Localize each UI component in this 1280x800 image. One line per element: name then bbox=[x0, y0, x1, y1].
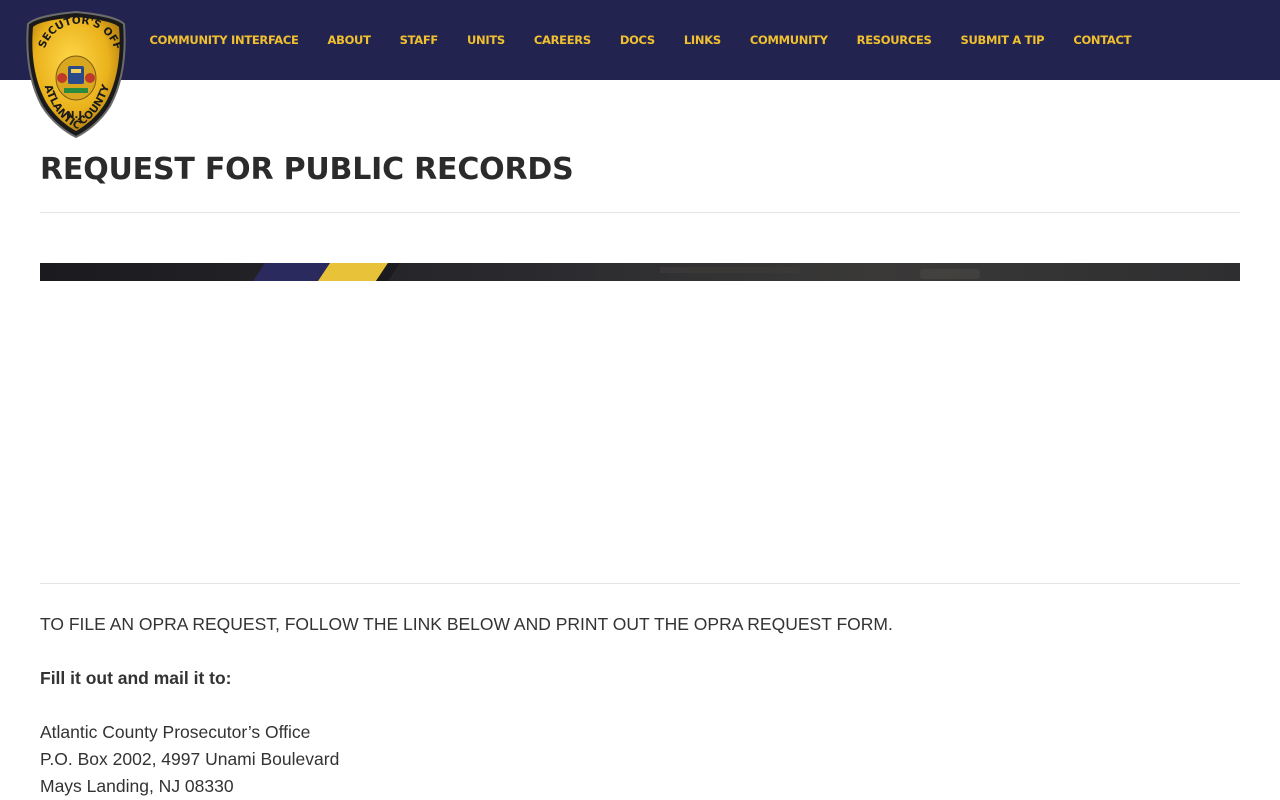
hero-banner-image bbox=[40, 263, 1240, 281]
nav-item-careers[interactable]: CAREERS bbox=[519, 33, 605, 47]
nav-item-resources[interactable]: RESOURCES bbox=[842, 33, 946, 47]
main-navigation: COMMUNITY INTERFACE ABOUT STAFF UNITS CA… bbox=[135, 0, 1146, 80]
nav-item-submit-a-tip[interactable]: SUBMIT A TIP bbox=[946, 33, 1059, 47]
opra-intro-text: TO FILE AN OPRA REQUEST, FOLLOW THE LINK… bbox=[40, 614, 893, 634]
mail-instructions-label: Fill it out and mail it to: bbox=[40, 668, 232, 688]
nav-item-links[interactable]: LINKS bbox=[669, 33, 735, 47]
address-line-2: P.O. Box 2002, 4997 Unami Boulevard bbox=[40, 749, 340, 769]
nav-item-docs[interactable]: DOCS bbox=[605, 33, 669, 47]
page-title: REQUEST FOR PUBLIC RECORDS bbox=[40, 152, 574, 187]
banner-stripes-graphic bbox=[253, 263, 980, 281]
badge-shield-icon: PROSECUTOR'S OFFICE ATLANTIC COUNTY N.J. bbox=[20, 1, 126, 139]
nav-item-units[interactable]: UNITS bbox=[453, 33, 520, 47]
prosecutors-office-badge-logo[interactable]: PROSECUTOR'S OFFICE ATLANTIC COUNTY N.J. bbox=[20, 1, 128, 139]
nav-item-about[interactable]: ABOUT bbox=[313, 33, 385, 47]
opra-instructions: TO FILE AN OPRA REQUEST, FOLLOW THE LINK… bbox=[40, 614, 1240, 800]
nav-item-community-interface[interactable]: COMMUNITY INTERFACE bbox=[135, 33, 313, 47]
banner-divider bbox=[40, 583, 1240, 584]
mailing-address: Atlantic County Prosecutor’s Office P.O.… bbox=[40, 719, 1240, 800]
nav-item-contact[interactable]: CONTACT bbox=[1059, 33, 1146, 47]
nav-item-community[interactable]: COMMUNITY bbox=[735, 33, 842, 47]
nav-item-staff[interactable]: STAFF bbox=[385, 33, 452, 47]
address-line-3: Mays Landing, NJ 08330 bbox=[40, 776, 234, 796]
logo-state-text: N.J. bbox=[66, 110, 86, 121]
address-line-1: Atlantic County Prosecutor’s Office bbox=[40, 722, 311, 742]
site-header: PROSECUTOR'S OFFICE ATLANTIC COUNTY N.J.… bbox=[0, 0, 1280, 139]
title-divider bbox=[40, 212, 1240, 213]
